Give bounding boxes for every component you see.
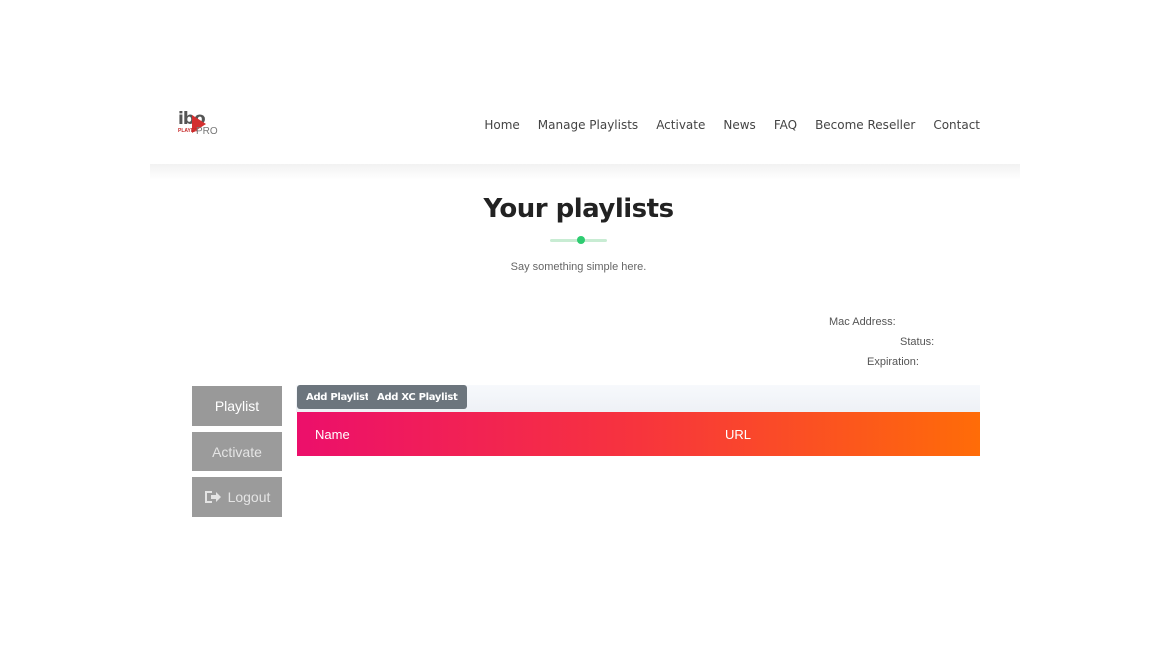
activate-button-label: Activate [212, 443, 262, 460]
site-logo[interactable]: ibo PLAYER PRO [178, 110, 218, 140]
status-label: Status: [900, 336, 935, 348]
mac-address-label: Mac Address: [829, 316, 896, 328]
nav-contact[interactable]: Contact [933, 118, 980, 132]
playlist-button[interactable]: Playlist [192, 386, 282, 426]
logout-icon [204, 491, 221, 503]
playlist-button-label: Playlist [214, 398, 260, 414]
header-shadow [150, 164, 1020, 180]
expiration-label: Expiration: [867, 356, 919, 368]
column-header-name: Name [315, 427, 350, 442]
nav-manage-playlists[interactable]: Manage Playlists [538, 118, 638, 132]
logout-button-label: Logout [227, 489, 271, 505]
add-playlist-button[interactable]: Add Playlist [297, 385, 379, 409]
nav-activate[interactable]: Activate [656, 118, 705, 132]
main-nav: Home Manage Playlists Activate News FAQ … [484, 118, 980, 132]
logo-tag: PLAYER [178, 128, 198, 134]
logout-button[interactable]: Logout [192, 477, 282, 517]
column-header-url: URL [725, 427, 752, 442]
playlist-table-header: Name URL [297, 412, 980, 456]
title-divider-dot [577, 236, 585, 244]
nav-faq[interactable]: FAQ [774, 118, 797, 132]
nav-home[interactable]: Home [484, 118, 519, 132]
activate-button[interactable]: Activate [192, 432, 282, 471]
nav-become-reseller[interactable]: Become Reseller [815, 118, 915, 132]
page-subtitle: Say something simple here. [510, 261, 647, 273]
nav-news[interactable]: News [723, 118, 755, 132]
page-title: Your playlists [483, 194, 674, 224]
site-header: ibo PLAYER PRO Home Manage Playlists Act… [150, 100, 1020, 164]
logo-suffix: PRO [196, 126, 218, 137]
add-xc-playlist-button[interactable]: Add XC Playlist [368, 385, 467, 409]
playlist-toolbar: Add Playlist Add XC Playlist [296, 385, 980, 412]
